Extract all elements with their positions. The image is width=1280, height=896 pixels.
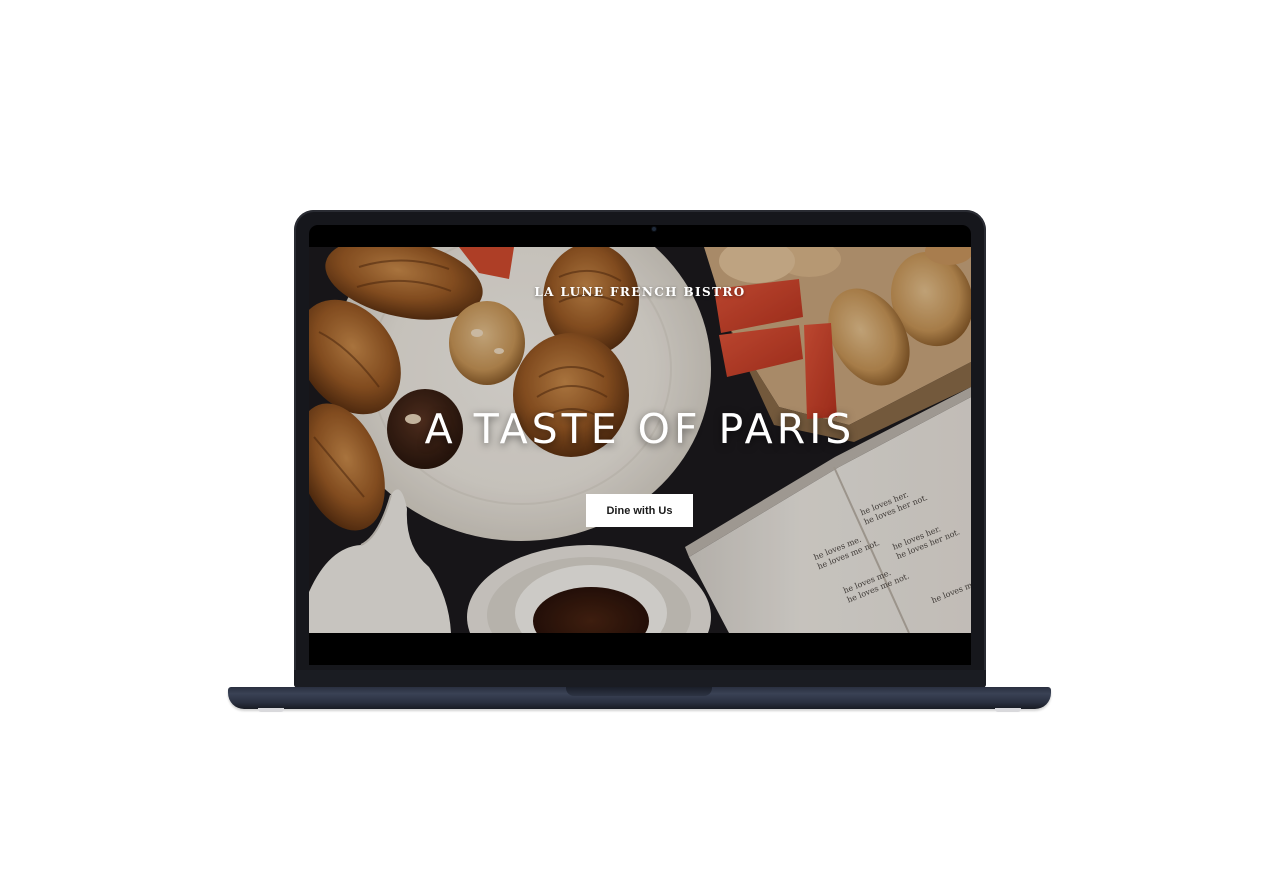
dine-with-us-button[interactable]: Dine with Us xyxy=(586,494,693,527)
mockup-stage: he loves me. he loves me not. he loves h… xyxy=(0,0,1280,896)
laptop-foot-right xyxy=(995,708,1021,712)
screen-bottom-bar xyxy=(309,633,971,665)
website-screen: he loves me. he loves me not. he loves h… xyxy=(309,247,971,633)
laptop-thumb-notch xyxy=(566,687,712,696)
hero-headline: A TASTE OF PARIS xyxy=(424,405,856,453)
site-brand-logo[interactable]: LA LUNE FRENCH BISTRO xyxy=(309,285,971,299)
camera-notch xyxy=(615,225,693,241)
laptop-base xyxy=(228,687,1051,712)
laptop-foot-left xyxy=(258,708,284,712)
laptop-chin xyxy=(294,670,986,688)
laptop-lid: he loves me. he loves me not. he loves h… xyxy=(294,210,986,688)
camera-icon xyxy=(652,227,656,231)
screen-bezel: he loves me. he loves me not. he loves h… xyxy=(309,225,971,665)
